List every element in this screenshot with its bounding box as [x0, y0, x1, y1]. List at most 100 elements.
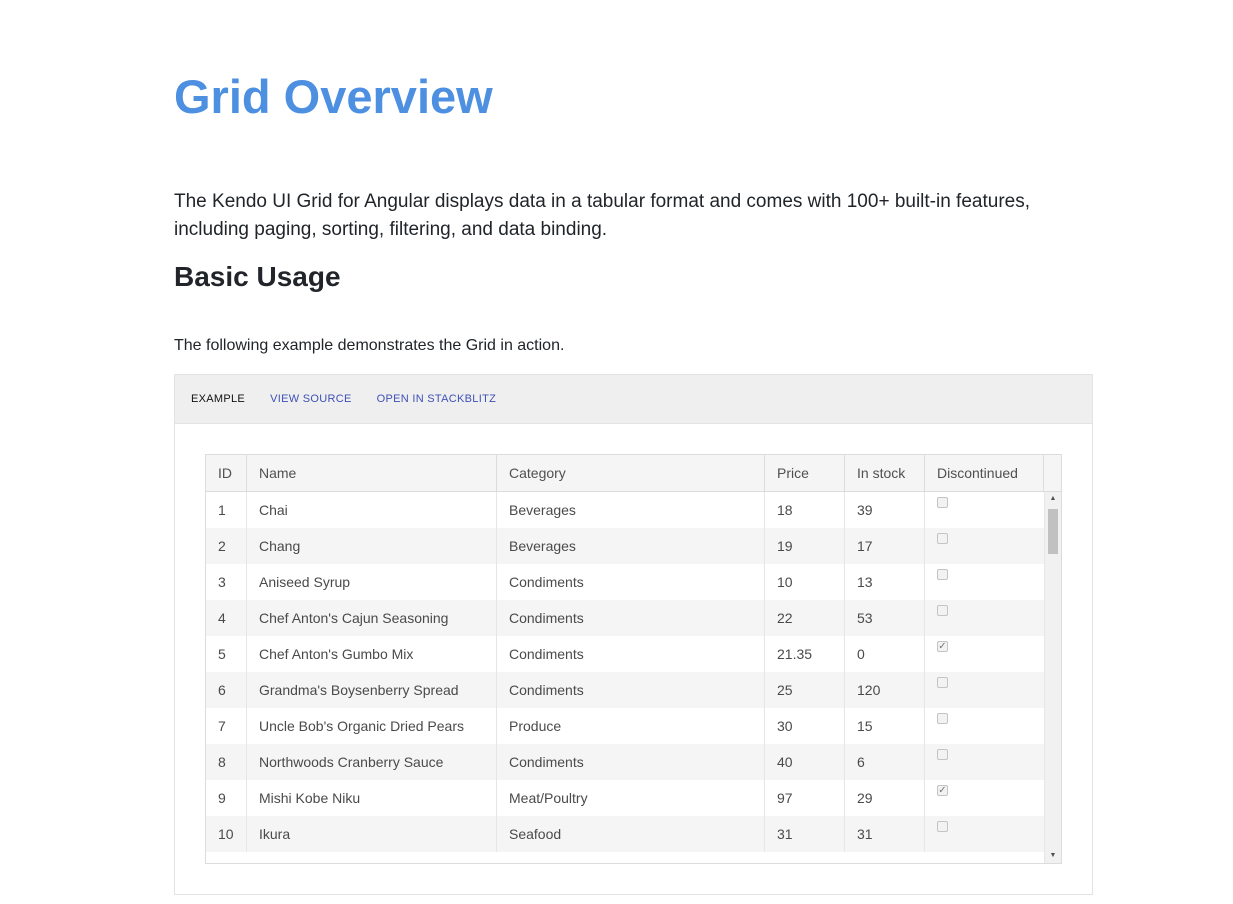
table-row[interactable]: 8 Northwoods Cranberry Sauce Condiments 40 6: [206, 744, 1044, 780]
cell-id: 8: [206, 744, 247, 780]
cell-category: Condiments: [497, 564, 765, 600]
tab-example[interactable]: EXAMPLE: [191, 375, 245, 423]
checkbox-unchecked: [937, 532, 948, 544]
example-container: EXAMPLE VIEW SOURCE OPEN IN STACKBLITZ I…: [174, 374, 1093, 895]
cell-name: Chef Anton's Gumbo Mix: [247, 636, 497, 672]
cell-price: 19: [765, 528, 845, 564]
cell-discontinued: [925, 672, 1044, 708]
checkbox-unchecked: [937, 820, 948, 832]
column-header-discontinued[interactable]: Discontinued: [925, 455, 1044, 491]
cell-category: Condiments: [497, 672, 765, 708]
cell-discontinued: [925, 708, 1044, 744]
cell-id: 2: [206, 528, 247, 564]
checkbox-unchecked: [937, 568, 948, 580]
cell-price: 10: [765, 564, 845, 600]
cell-discontinued: [925, 600, 1044, 636]
page-title: Grid Overview: [174, 70, 493, 123]
cell-price: 97: [765, 780, 845, 816]
cell-id: 4: [206, 600, 247, 636]
table-row[interactable]: 4 Chef Anton's Cajun Seasoning Condiments 2…: [206, 600, 1044, 636]
header-scroll-spacer: [1044, 455, 1061, 491]
column-header-category[interactable]: Category: [497, 455, 765, 491]
cell-id: 3: [206, 564, 247, 600]
products-grid: ID Name Category Price In stock Disconti…: [205, 454, 1062, 864]
cell-name: Chef Anton's Cajun Seasoning: [247, 600, 497, 636]
cell-price: 18: [765, 492, 845, 528]
column-header-name[interactable]: Name: [247, 455, 497, 491]
cell-price: 25: [765, 672, 845, 708]
table-row[interactable]: 2 Chang Beverages 19 17: [206, 528, 1044, 564]
cell-category: Meat/Poultry: [497, 780, 765, 816]
cell-id: 5: [206, 636, 247, 672]
cell-discontinued: ✓: [925, 636, 1044, 672]
cell-in-stock: 13: [845, 564, 925, 600]
cell-id: 1: [206, 492, 247, 528]
table-row[interactable]: 7 Uncle Bob's Organic Dried Pears Produce 3…: [206, 708, 1044, 744]
checkbox-checked: ✓: [937, 640, 948, 652]
scroll-thumb[interactable]: [1048, 509, 1058, 554]
cell-in-stock: 120: [845, 672, 925, 708]
table-row[interactable]: 10 Ikura Seafood 31 31: [206, 816, 1044, 852]
cell-id: 7: [206, 708, 247, 744]
cell-discontinued: ✓: [925, 780, 1044, 816]
cell-name: Chai: [247, 492, 497, 528]
cell-price: 21.35: [765, 636, 845, 672]
intro-paragraph: The Kendo UI Grid for Angular displays d…: [174, 191, 1030, 240]
cell-in-stock: 6: [845, 744, 925, 780]
table-row[interactable]: 6 Grandma's Boysenberry Spread Condiments 2…: [206, 672, 1044, 708]
cell-id: 9: [206, 780, 247, 816]
cell-in-stock: 17: [845, 528, 925, 564]
column-header-id[interactable]: ID: [206, 455, 247, 491]
checkbox-checked: ✓: [937, 784, 948, 796]
checkbox-unchecked: [937, 604, 948, 616]
checkbox-unchecked: [937, 712, 948, 724]
cell-category: Condiments: [497, 744, 765, 780]
checkbox-unchecked: [937, 676, 948, 688]
cell-price: 30: [765, 708, 845, 744]
scroll-down-icon[interactable]: ▼: [1045, 849, 1061, 863]
cell-price: 31: [765, 816, 845, 852]
cell-in-stock: 29: [845, 780, 925, 816]
example-tabs: EXAMPLE VIEW SOURCE OPEN IN STACKBLITZ: [175, 375, 1092, 424]
cell-in-stock: 15: [845, 708, 925, 744]
section-title-basic-usage: Basic Usage: [174, 261, 341, 292]
cell-category: Beverages: [497, 528, 765, 564]
cell-name: Grandma's Boysenberry Spread: [247, 672, 497, 708]
tab-view-source[interactable]: VIEW SOURCE: [270, 375, 352, 423]
cell-discontinued: [925, 564, 1044, 600]
cell-discontinued: [925, 528, 1044, 564]
cell-name: Uncle Bob's Organic Dried Pears: [247, 708, 497, 744]
checkbox-unchecked: [937, 496, 948, 508]
cell-price: 40: [765, 744, 845, 780]
cell-in-stock: 53: [845, 600, 925, 636]
grid-vertical-scrollbar[interactable]: ▲ ▼: [1044, 492, 1061, 863]
scroll-up-icon[interactable]: ▲: [1045, 492, 1061, 506]
cell-in-stock: 39: [845, 492, 925, 528]
cell-price: 22: [765, 600, 845, 636]
cell-category: Produce: [497, 708, 765, 744]
cell-name: Aniseed Syrup: [247, 564, 497, 600]
cell-discontinued: [925, 744, 1044, 780]
checkbox-unchecked: [937, 748, 948, 760]
cell-id: 10: [206, 816, 247, 852]
cell-category: Condiments: [497, 636, 765, 672]
column-header-in-stock[interactable]: In stock: [845, 455, 925, 491]
tab-open-in-stackblitz[interactable]: OPEN IN STACKBLITZ: [377, 375, 497, 423]
cell-in-stock: 0: [845, 636, 925, 672]
table-row[interactable]: 5 Chef Anton's Gumbo Mix Condiments 21.35 0 ✓: [206, 636, 1044, 672]
example-description: The following example demonstrates the G…: [174, 337, 565, 354]
cell-in-stock: 31: [845, 816, 925, 852]
grid-header: ID Name Category Price In stock Disconti…: [206, 455, 1061, 492]
table-row[interactable]: 1 Chai Beverages 18 39: [206, 492, 1044, 528]
cell-name: Northwoods Cranberry Sauce: [247, 744, 497, 780]
grid-body: 1 Chai Beverages 18 39 2 Chang Beverages 19 17 3 An…: [206, 492, 1044, 863]
table-row[interactable]: 3 Aniseed Syrup Condiments 10 13: [206, 564, 1044, 600]
table-row[interactable]: 9 Mishi Kobe Niku Meat/Poultry 97 29 ✓: [206, 780, 1044, 816]
column-header-price[interactable]: Price: [765, 455, 845, 491]
cell-name: Ikura: [247, 816, 497, 852]
cell-discontinued: [925, 492, 1044, 528]
cell-category: Seafood: [497, 816, 765, 852]
cell-category: Condiments: [497, 600, 765, 636]
cell-name: Mishi Kobe Niku: [247, 780, 497, 816]
cell-discontinued: [925, 816, 1044, 852]
